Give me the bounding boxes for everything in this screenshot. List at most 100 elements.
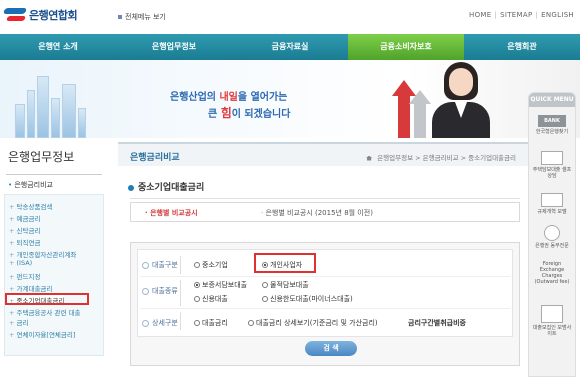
tab-bar: 은행별 비교공시 은행별 비교공시 (2015년 8월 이전): [130, 202, 520, 222]
tab-bank-comparison-old[interactable]: 은행별 비교공시 (2015년 8월 이전): [261, 208, 372, 218]
sitemap-link[interactable]: SITEMAP: [500, 11, 532, 19]
sidebar-item-overdue-rate[interactable]: 연체이자율[연체금리]: [9, 329, 76, 339]
bank-icon: BANK: [538, 115, 566, 127]
option-label: 물적담보대출: [270, 281, 309, 289]
section-title: 은행금리비교: [130, 153, 180, 163]
highlight-box: [5, 293, 89, 305]
option-loan-rate-detail[interactable]: 대출금리 상세보기(기준금리 및 가산금리): [248, 318, 378, 328]
loan-type-label: 대출구분: [142, 260, 178, 270]
sidebar-subtitle[interactable]: 은행금리비교: [8, 180, 53, 190]
main-nav: 은행연 소개 은행업무정보 금융자료실 금융소비자보호 은행회관: [0, 34, 580, 60]
hero-banner: 은행산업의 내일을 열어가는 큰 힘이 되겠습니다: [0, 60, 580, 138]
option-loan-rate[interactable]: 대출금리: [194, 318, 228, 328]
logo-mark-icon: [2, 6, 28, 24]
option-credit-loan[interactable]: 신용대출: [194, 294, 228, 304]
logo-text: 은행연합회: [29, 9, 78, 22]
nav-item-consumer[interactable]: 금융소비자보호: [348, 34, 464, 60]
sidebar-menu: 탁송상품검색 예금금리 신탁금리 퇴직연금 개인종합자산관리계좌 (ISA) 펀…: [4, 194, 104, 356]
rate-distribution-option[interactable]: 금리구간별취급비중: [408, 318, 466, 328]
quick-item-label: 한국형은행찾기: [535, 129, 569, 135]
option-collateral-loan[interactable]: 물적담보대출: [262, 280, 309, 290]
sidebar-item-fund[interactable]: 펀드지정: [9, 271, 41, 281]
sidebar-item-isa[interactable]: 개인종합자산관리계좌: [9, 249, 77, 259]
util-links: HOME | SITEMAP | ENGLISH: [469, 11, 574, 19]
list-icon: [541, 193, 563, 207]
sidebar-item-household-loan[interactable]: 가계대출금리: [9, 283, 53, 293]
nav-item-archive[interactable]: 금융자료실: [232, 34, 348, 60]
quick-item-bank-search[interactable]: BANK 한국형은행찾기: [531, 115, 573, 135]
quick-menu: QUICK MENU BANK 한국형은행찾기 주택담보대출 셀프상담 규제개혁…: [528, 92, 576, 377]
top-bar: 은행연합회 전체메뉴 보기 HOME | SITEMAP | ENGLISH: [0, 0, 580, 32]
option-sme[interactable]: 중소기업: [194, 260, 228, 270]
nav-item-intro[interactable]: 은행연 소개: [0, 34, 116, 60]
all-menu-link[interactable]: 전체메뉴 보기: [118, 12, 166, 22]
sidebar-title: 은행업무정보: [8, 150, 75, 164]
content-header: 은행금리비교 은행업무정보 > 은행금리비교 > 중소기업대출금리: [118, 142, 528, 166]
english-link[interactable]: ENGLISH: [541, 11, 574, 19]
option-label: 신용한도대출(마이너스대출): [270, 295, 353, 303]
nav-item-bank-info[interactable]: 은행업무정보: [116, 34, 232, 60]
sidebar-item-deposit-rate[interactable]: 예금금리: [9, 213, 41, 223]
search-button[interactable]: 검 색: [305, 341, 357, 356]
loan-kind-label: 대출종류: [142, 286, 178, 296]
option-label: 신용대출: [202, 295, 228, 303]
divider: [180, 256, 181, 274]
quick-item-reform[interactable]: 규제개혁 모델: [531, 193, 573, 215]
quick-item-loan-agent[interactable]: 대출모집인 모범사이트: [531, 305, 573, 337]
divider: [6, 174, 102, 175]
divider: [130, 198, 520, 199]
sidebar-item-housing-loan-cont[interactable]: 금리: [9, 317, 29, 327]
divider: [140, 308, 510, 309]
sidebar-item-housing-loan[interactable]: 주택금융공사 관련 대출: [9, 307, 81, 317]
option-label: 대출금리 상세보기(기준금리 및 가산금리): [256, 319, 378, 327]
radio-icon[interactable]: [194, 282, 200, 288]
breadcrumb-item[interactable]: 은행금리비교: [423, 154, 459, 162]
main-content: 은행금리비교 은행업무정보 > 은행금리비교 > 중소기업대출금리 중소기업대출…: [118, 138, 528, 377]
sidebar-item-trust-rate[interactable]: 신탁금리: [9, 225, 41, 235]
option-label: 대출금리: [202, 319, 228, 327]
nav-item-hall[interactable]: 은행회관: [464, 34, 580, 60]
radio-icon[interactable]: [262, 282, 268, 288]
people-icon: [541, 305, 563, 323]
quick-item-label: 주택담보대출 셀프상담: [532, 167, 572, 179]
growth-arrows-icon: [392, 74, 432, 138]
divider: [140, 276, 510, 277]
option-guarantee-loan[interactable]: 보증서담보대출: [194, 280, 247, 290]
highlight-box: [254, 253, 316, 273]
tab-bank-comparison[interactable]: 은행별 비교공시: [145, 208, 198, 218]
search-form: 대출구분 중소기업 개인사업자 대출종류 보증서담보대출 물적담보대출 신용대출…: [130, 242, 520, 366]
divider: [180, 280, 181, 306]
form-fields: 대출구분 중소기업 개인사업자 대출종류 보증서담보대출 물적담보대출 신용대출…: [137, 249, 513, 337]
document-icon: [541, 151, 563, 165]
spokeswoman-image: [428, 62, 494, 138]
sidebar-item-product-search[interactable]: 탁송상품검색: [9, 201, 53, 211]
left-sidebar: 은행업무정보 은행금리비교 탁송상품검색 예금금리 신탁금리 퇴직연금 개인종합…: [0, 138, 108, 377]
option-credit-limit-loan[interactable]: 신용한도대출(마이너스대출): [262, 294, 353, 304]
home-icon[interactable]: [366, 155, 373, 161]
banner-line-2: 큰 힘이 되겠습니다: [208, 106, 291, 120]
breadcrumb-item[interactable]: 은행업무정보: [377, 154, 413, 162]
quick-item-fx-charges[interactable]: Foreign Exchange Charges (Outward fee): [531, 261, 573, 285]
radio-icon[interactable]: [248, 320, 254, 326]
radio-icon[interactable]: [194, 320, 200, 326]
home-link[interactable]: HOME: [469, 11, 491, 19]
quick-menu-title: QUICK MENU: [529, 93, 575, 107]
logo[interactable]: 은행연합회: [2, 6, 78, 24]
breadcrumb-item[interactable]: 중소기업대출금리: [468, 154, 516, 162]
detail-type-label: 상세구분: [142, 318, 178, 328]
sidebar-item-pension[interactable]: 퇴직연금: [9, 237, 41, 247]
option-label: 중소기업: [202, 261, 228, 269]
radio-icon[interactable]: [194, 296, 200, 302]
radio-icon[interactable]: [262, 296, 268, 302]
radio-icon[interactable]: [194, 262, 200, 268]
quick-item-label: 규제개혁 모델: [537, 209, 567, 215]
quick-item-search[interactable]: 은행권 동무전문: [531, 225, 573, 249]
divider: [180, 312, 181, 330]
sidebar-item-isa-cont[interactable]: (ISA): [9, 259, 33, 267]
quick-item-label: 대출모집인 모범사이트: [532, 325, 572, 337]
page-title: 중소기업대출금리: [128, 180, 204, 193]
quick-item-mortgage[interactable]: 주택담보대출 셀프상담: [531, 151, 573, 179]
option-label: 보증서담보대출: [202, 281, 248, 289]
quick-item-label: 은행권 동무전문: [535, 243, 569, 249]
breadcrumb: 은행업무정보 > 은행금리비교 > 중소기업대출금리: [366, 152, 516, 162]
